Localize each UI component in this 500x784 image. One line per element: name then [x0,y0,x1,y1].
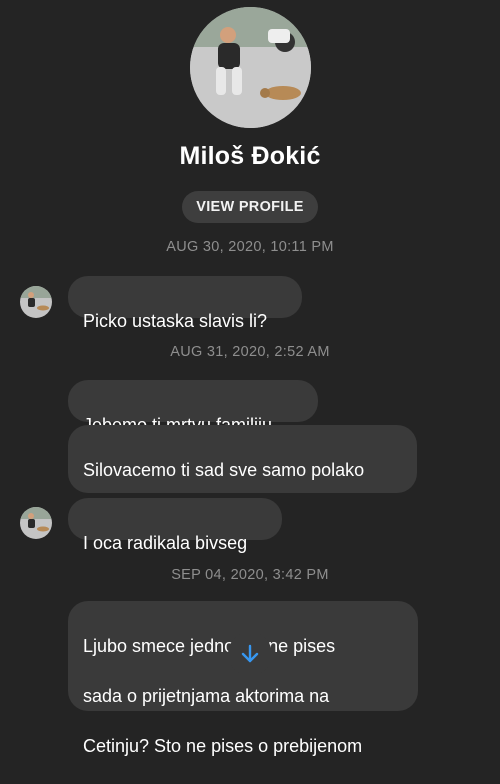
arrow-down-icon [241,644,259,663]
avatar-icon [20,507,52,539]
message-text-line: Silovacemo ti sad sve samo polako [83,460,365,480]
view-profile-button[interactable]: VIEW PROFILE [182,191,318,223]
profile-name: Miloš Đokić [179,142,321,170]
avatar[interactable] [20,286,52,318]
profile-photo[interactable] [190,7,311,128]
message-text-line: Cetinju? Sto ne pises o prebijenom [83,736,363,756]
scroll-to-bottom-button[interactable] [228,632,272,676]
message-text: Picko ustaska slavis li? [83,311,268,331]
timestamp: AUG 30, 2020, 10:11 PM [166,239,334,255]
avatar-icon [20,286,52,318]
avatar[interactable] [20,507,52,539]
timestamp: AUG 31, 2020, 2:52 AM [170,344,330,360]
message-text-line: sada o prijetnjama aktorima na [83,686,330,706]
message-bubble[interactable]: Picko ustaska slavis li? [68,276,302,331]
timestamp: SEP 04, 2020, 3:42 PM [171,567,329,583]
profile-photo-icon [190,7,311,128]
message-bubble[interactable]: I oca radikala bivseg [68,498,282,553]
message-bubble[interactable]: Silovacemo ti sad sve samo polako sve ti… [68,425,417,530]
message-bubble[interactable]: Jebemo ti mrtvu familiju [68,380,318,435]
message-text: I oca radikala bivseg [83,533,248,553]
